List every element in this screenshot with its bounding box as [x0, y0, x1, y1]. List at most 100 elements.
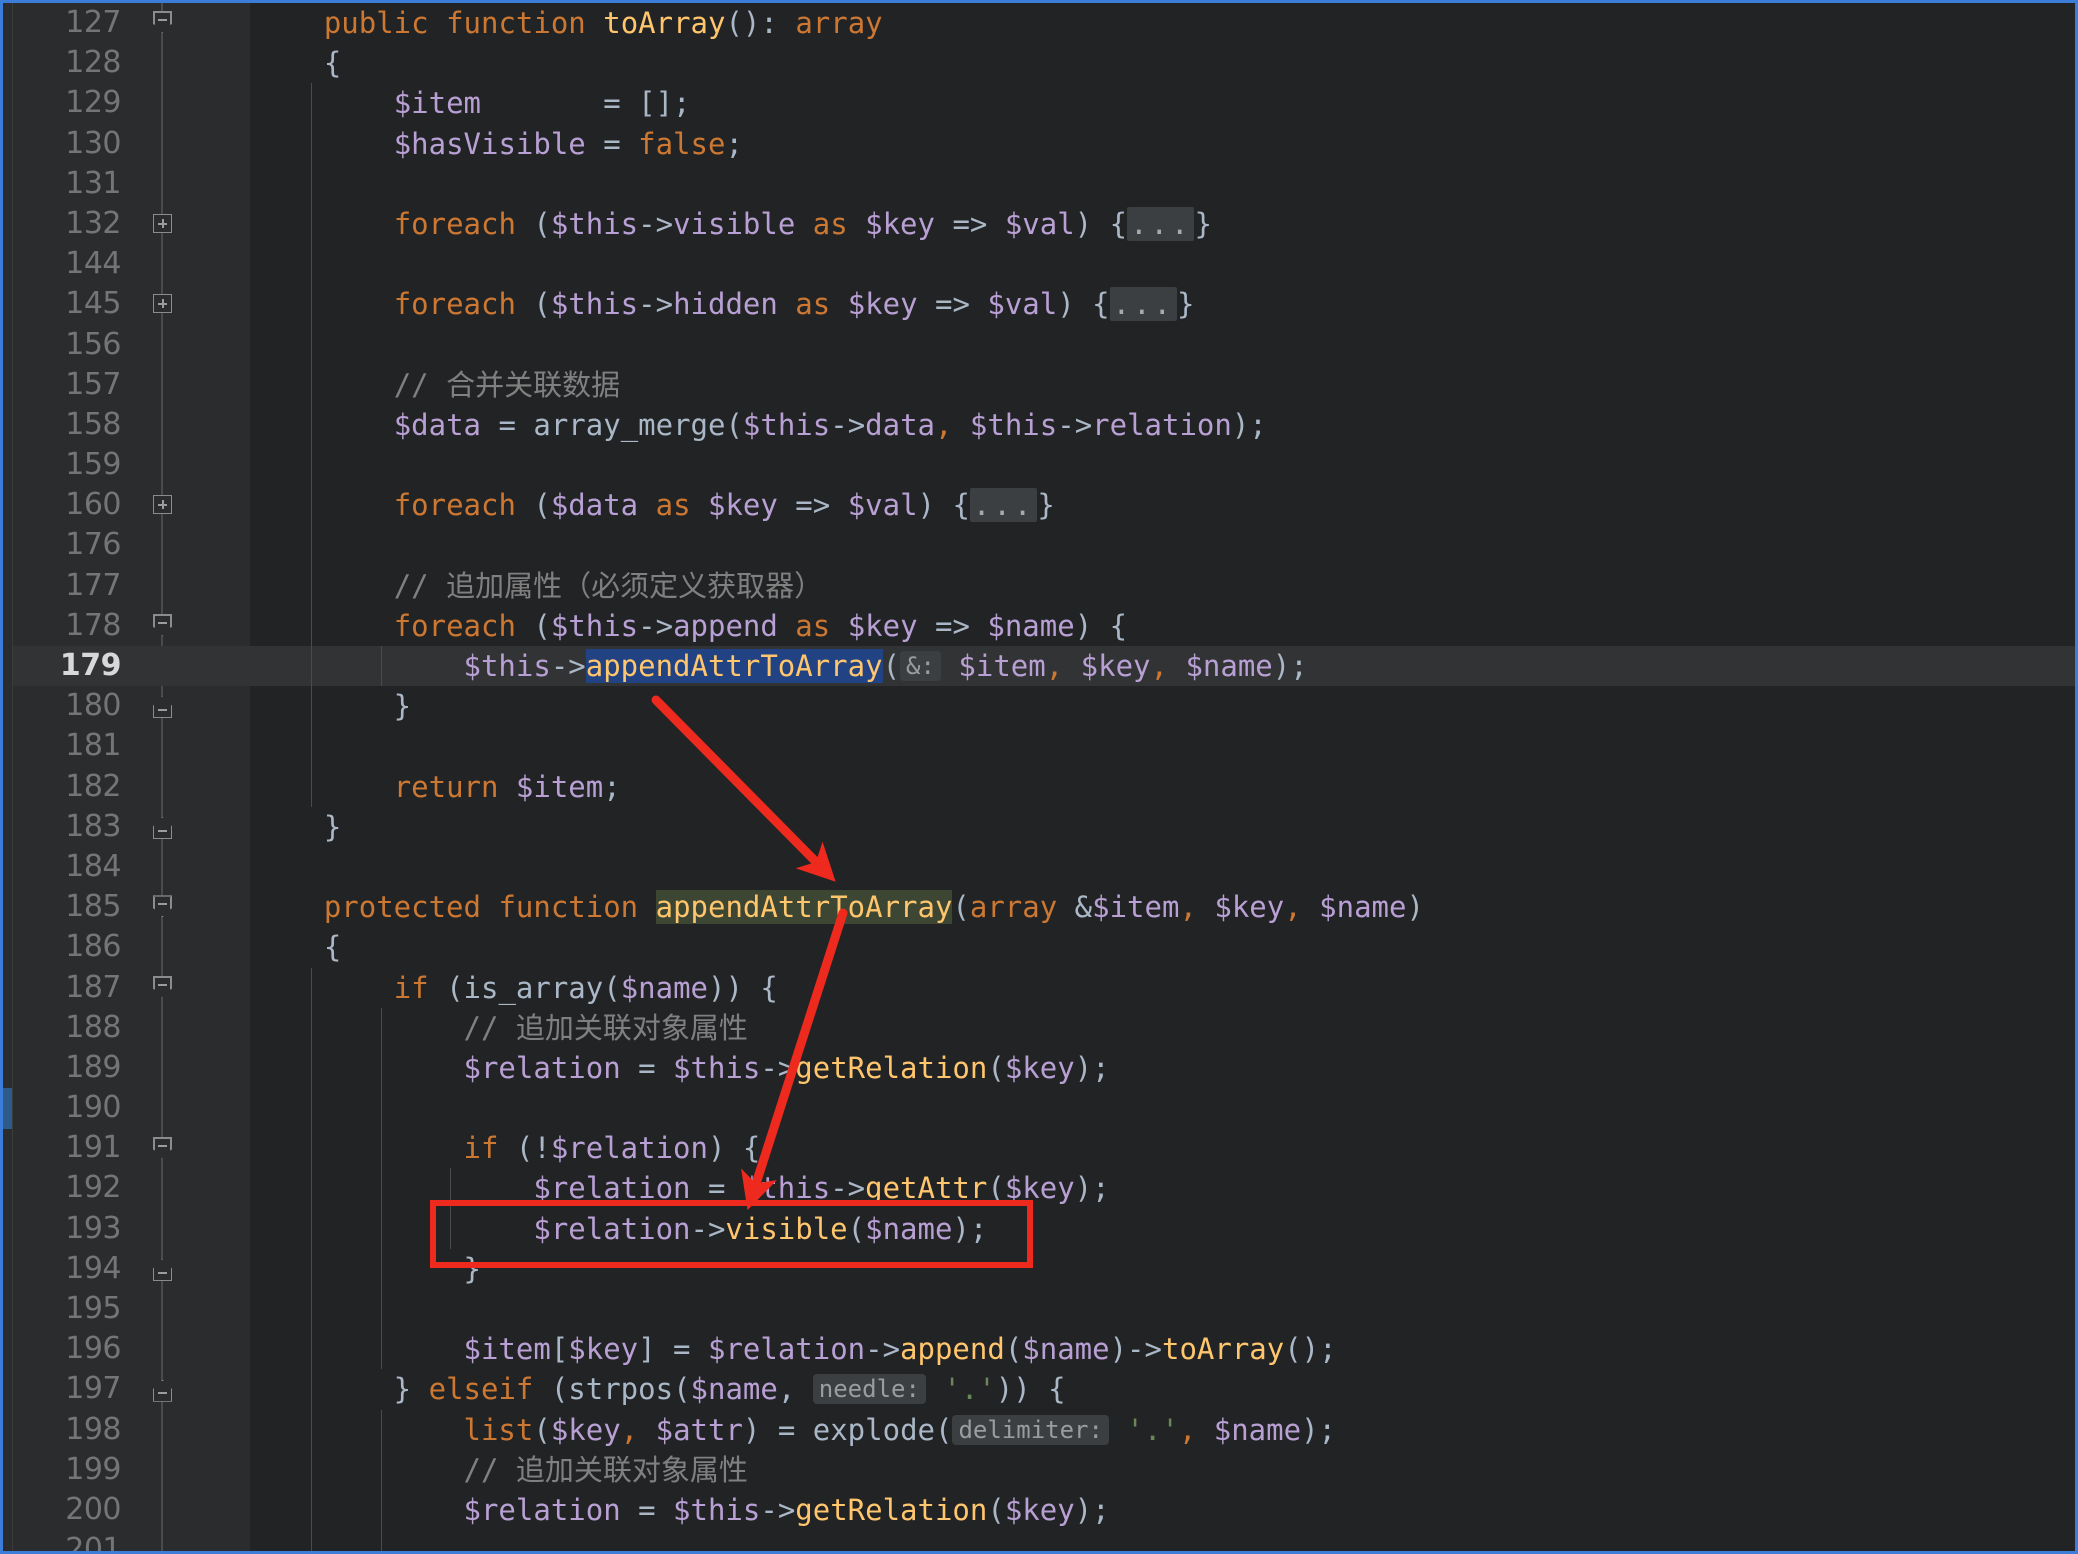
line-number[interactable]: 192	[13, 1168, 250, 1208]
code-line[interactable]: foreach ($this->visible as $key => $val)…	[250, 203, 2075, 245]
line-number[interactable]: 157	[13, 365, 250, 405]
code-line[interactable]: $relation = $this->getRelation($key);	[250, 1489, 2075, 1531]
code-line[interactable]: }	[250, 686, 2075, 727]
code-line[interactable]: foreach ($this->append as $key => $name)…	[250, 605, 2075, 646]
line-number[interactable]: 185	[13, 887, 250, 927]
line-number[interactable]: 129	[13, 83, 250, 123]
code-line[interactable]	[250, 244, 2075, 285]
line-number[interactable]: 194	[13, 1249, 250, 1289]
code-line[interactable]	[250, 163, 2075, 204]
line-number-gutter[interactable]: 127 128 129 130 131 132 144 145 156 157 158 159 160 1…	[13, 3, 250, 1551]
code-line[interactable]	[250, 445, 2075, 486]
code-line[interactable]: protected function appendAttrToArray(arr…	[250, 887, 2075, 927]
code-line[interactable]: $item = [];	[250, 83, 2075, 124]
code-line[interactable]	[250, 847, 2075, 887]
line-number[interactable]: 177	[13, 566, 250, 606]
line-number[interactable]: 180	[13, 686, 250, 726]
line-number[interactable]: 193	[13, 1209, 250, 1249]
code-line[interactable]: $relation->visible($name);	[250, 1208, 2075, 1249]
code-line[interactable]: }	[250, 1248, 2075, 1289]
code-editor[interactable]: 127 128 129 130 131 132 144 145 156 157 158 159 160 1…	[3, 3, 2075, 1551]
code-line[interactable]: foreach ($data as $key => $val) {...}	[250, 485, 2075, 526]
code-line[interactable]: // 追加关联对象属性	[250, 1449, 2075, 1490]
line-number[interactable]: 183	[13, 807, 250, 847]
line-number[interactable]: 190	[13, 1088, 250, 1128]
code-line[interactable]: return $item;	[250, 766, 2075, 807]
code-line[interactable]: $relation = $this->getAttr($key);	[250, 1168, 2075, 1209]
code-line[interactable]: foreach ($this->hidden as $key => $val) …	[250, 284, 2075, 325]
code-line[interactable]	[250, 324, 2075, 365]
line-number[interactable]: 187	[13, 968, 250, 1008]
fold-expand-icon[interactable]	[153, 495, 172, 515]
code-line-current[interactable]: $this->appendAttrToArray(&: $item, $key,…	[250, 646, 2075, 687]
line-number[interactable]: 130	[13, 124, 250, 164]
line-number[interactable]: 201	[13, 1530, 250, 1551]
code-line[interactable]: {	[250, 927, 2075, 967]
line-number[interactable]: 144	[13, 244, 250, 284]
code-line[interactable]: $hasVisible = false;	[250, 123, 2075, 164]
code-line[interactable]: // 追加属性（必须定义获取器）	[250, 565, 2075, 606]
line-number[interactable]: 199	[13, 1450, 250, 1490]
code-line[interactable]	[250, 1088, 2075, 1129]
fold-expand-icon[interactable]	[153, 294, 172, 314]
fold-expand-icon[interactable]	[153, 214, 172, 233]
line-number[interactable]: 197	[13, 1369, 250, 1409]
code-line[interactable]	[250, 525, 2075, 566]
code-line[interactable]: if (is_array($name)) {	[250, 967, 2075, 1008]
line-number[interactable]: 160	[13, 485, 250, 525]
line-number[interactable]: 198	[13, 1410, 250, 1450]
code-line[interactable]: $relation = $this->getRelation($key);	[250, 1047, 2075, 1089]
line-number[interactable]: 189	[13, 1048, 250, 1088]
code-token: $name	[1319, 890, 1407, 925]
code-token: $name	[1185, 649, 1273, 683]
line-number[interactable]: 128	[13, 43, 250, 83]
code-line[interactable]	[250, 1289, 2075, 1330]
line-number[interactable]: 132	[13, 204, 250, 244]
line-number[interactable]: 158	[13, 405, 250, 445]
line-number[interactable]: 179	[13, 646, 250, 687]
line-number[interactable]: 188	[13, 1008, 250, 1048]
code-line[interactable]: // 合并关联数据	[250, 364, 2075, 405]
line-number[interactable]: 195	[13, 1289, 250, 1329]
code-text-area[interactable]: public function toArray(): array { $item…	[250, 3, 2075, 1551]
code-line[interactable]: list($key, $attr) = explode(delimiter: '…	[250, 1409, 2075, 1450]
code-token: $data	[393, 407, 481, 442]
code-token: }	[1194, 206, 1212, 241]
code-token: ) {	[917, 488, 970, 523]
code-line[interactable]: // 追加关联对象属性	[250, 1007, 2075, 1048]
line-number[interactable]: 184	[13, 847, 250, 887]
line-number[interactable]: 182	[13, 767, 250, 807]
code-token: (	[533, 1412, 551, 1447]
indent-guide	[311, 686, 312, 727]
line-number[interactable]: 127	[13, 3, 250, 43]
line-number[interactable]: 181	[13, 726, 250, 766]
line-number[interactable]: 196	[13, 1329, 250, 1369]
code-token: &	[1057, 890, 1093, 925]
code-line[interactable]	[250, 1530, 2075, 1551]
code-line[interactable]: }	[250, 807, 2075, 847]
code-line[interactable]: $data = array_merge($this->data, $this->…	[250, 404, 2075, 446]
line-number[interactable]: 191	[13, 1128, 250, 1168]
line-number[interactable]: 200	[13, 1490, 250, 1530]
code-token: =>	[917, 608, 988, 643]
indent-guide	[380, 1248, 382, 1289]
code-line[interactable]	[250, 726, 2075, 767]
code-line[interactable]: if (!$relation) {	[250, 1128, 2075, 1169]
code-line[interactable]: $item[$key] = $relation->append($name)->…	[250, 1329, 2075, 1370]
vcs-modified-marker[interactable]	[3, 1088, 12, 1129]
line-number[interactable]: 176	[13, 525, 250, 565]
line-number[interactable]: 145	[13, 284, 250, 324]
indent-guide	[311, 163, 312, 204]
code-line[interactable]: {	[250, 43, 2075, 83]
code-token: $this	[969, 407, 1058, 442]
line-number[interactable]: 159	[13, 445, 250, 485]
line-number[interactable]: 156	[13, 325, 250, 365]
line-number[interactable]: 178	[13, 606, 250, 646]
code-line[interactable]: public function toArray(): array	[250, 3, 2075, 43]
line-number[interactable]: 131	[13, 164, 250, 204]
line-number[interactable]: 186	[13, 927, 250, 967]
code-line[interactable]: } elseif (strpos($name, needle: '.')) {	[250, 1369, 2075, 1410]
